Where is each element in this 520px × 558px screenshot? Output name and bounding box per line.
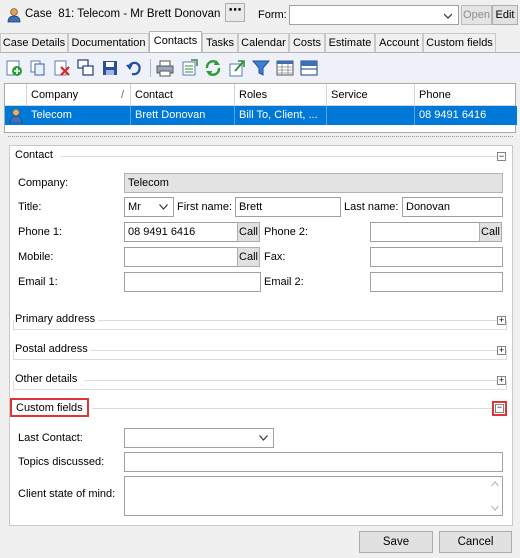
state-of-mind-label: Client state of mind: bbox=[18, 488, 116, 500]
grid-header-contact[interactable]: Contact bbox=[131, 84, 235, 106]
tab-calendar[interactable]: Calendar bbox=[238, 33, 289, 53]
collapse-highlight: − bbox=[492, 401, 507, 416]
section-frame bbox=[13, 350, 507, 360]
save-icon[interactable] bbox=[101, 59, 119, 77]
company-field: Telecom bbox=[124, 173, 503, 193]
topics-label: Topics discussed: bbox=[18, 456, 105, 468]
scroll-up-icon[interactable] bbox=[491, 481, 499, 487]
tab-account[interactable]: Account bbox=[375, 33, 423, 53]
expand-icon[interactable]: + bbox=[497, 316, 506, 325]
chevron-down-icon bbox=[444, 13, 452, 19]
more-options-button[interactable]: ⋯ bbox=[225, 3, 245, 22]
company-label: Company: bbox=[18, 177, 69, 189]
topics-field[interactable] bbox=[124, 452, 503, 472]
grid-header-roles[interactable]: Roles bbox=[235, 84, 327, 106]
fax-field[interactable] bbox=[370, 247, 503, 267]
email1-label: Email 1: bbox=[18, 276, 58, 288]
tab-case-details[interactable]: Case Details bbox=[0, 33, 68, 53]
fax-label: Fax: bbox=[264, 251, 286, 263]
grid-header-company[interactable]: Company / bbox=[27, 84, 131, 106]
phone1-field[interactable]: 08 9491 6416 bbox=[124, 222, 238, 242]
cell-phone: 08 9491 6416 bbox=[419, 109, 487, 121]
tab-estimate[interactable]: Estimate bbox=[325, 33, 375, 53]
contact-detail-panel: Contact − Company: Telecom Title: Mr Fir… bbox=[9, 145, 513, 526]
phone2-call-button[interactable]: Call bbox=[479, 222, 502, 242]
grid-header-service[interactable]: Service bbox=[327, 84, 415, 106]
tab-contacts[interactable]: Contacts bbox=[149, 31, 202, 53]
contacts-grid: Company / Contact Roles Service Phone Te… bbox=[4, 83, 517, 133]
collapse-icon[interactable]: − bbox=[495, 403, 504, 413]
filter-icon[interactable] bbox=[251, 59, 271, 77]
phone1-label: Phone 1: bbox=[18, 226, 63, 238]
mobile-field[interactable] bbox=[124, 247, 238, 267]
delete-icon[interactable] bbox=[53, 59, 71, 77]
mobile-call-button[interactable]: Call bbox=[237, 247, 260, 267]
title-select[interactable]: Mr bbox=[124, 197, 174, 217]
custom-fields-title[interactable]: Custom fields bbox=[10, 398, 89, 417]
last-contact-label: Last Contact: bbox=[18, 432, 83, 444]
section-frame bbox=[13, 380, 507, 390]
contact-person-icon bbox=[9, 108, 23, 124]
save-button[interactable]: Save bbox=[359, 531, 433, 553]
edit-button[interactable]: Edit bbox=[492, 5, 518, 25]
case-title: Case 81: Telecom - Mr Brett Donovan bbox=[25, 8, 221, 20]
toolbar bbox=[0, 53, 520, 81]
contact-section-title: Contact bbox=[15, 149, 53, 161]
expand-icon[interactable]: + bbox=[497, 376, 506, 385]
form-label: Form: bbox=[258, 9, 287, 21]
chevron-down-icon bbox=[259, 435, 268, 441]
print-icon[interactable] bbox=[156, 59, 174, 77]
add-contact-icon[interactable] bbox=[5, 59, 23, 77]
title-bar: Case 81: Telecom - Mr Brett Donovan ⋯ Fo… bbox=[0, 0, 520, 31]
chevron-down-icon bbox=[159, 204, 168, 210]
state-of-mind-textarea[interactable] bbox=[124, 476, 503, 516]
last-name-label: Last name: bbox=[344, 201, 399, 213]
cell-contact: Brett Donovan bbox=[131, 106, 235, 125]
grid-header-indicator bbox=[5, 84, 27, 106]
split-view-icon[interactable] bbox=[300, 59, 318, 77]
scroll-down-icon[interactable] bbox=[491, 505, 499, 511]
first-name-label: First name: bbox=[177, 201, 233, 213]
tab-bar: Case Details Documentation Contacts Task… bbox=[0, 31, 520, 53]
phone2-label: Phone 2: bbox=[264, 226, 309, 238]
toolbar-separator bbox=[150, 59, 151, 77]
phone2-field[interactable] bbox=[370, 222, 480, 242]
section-frame bbox=[13, 320, 507, 330]
first-name-field[interactable]: Brett bbox=[235, 197, 341, 217]
import-icon[interactable] bbox=[228, 59, 246, 77]
section-divider bbox=[92, 408, 492, 409]
copy-icon[interactable] bbox=[29, 59, 47, 77]
cell-roles: Bill To, Client, ... bbox=[235, 106, 327, 125]
email2-label: Email 2: bbox=[264, 276, 304, 288]
phone1-call-button[interactable]: Call bbox=[237, 222, 260, 242]
title-label: Title: bbox=[18, 201, 42, 213]
tab-custom-fields[interactable]: Custom fields bbox=[423, 33, 496, 53]
undo-icon[interactable] bbox=[125, 59, 143, 77]
email2-field[interactable] bbox=[370, 272, 503, 292]
last-contact-select[interactable] bbox=[124, 428, 274, 448]
duplicate-icon[interactable] bbox=[77, 59, 95, 77]
export-icon[interactable] bbox=[180, 59, 198, 77]
form-select[interactable] bbox=[289, 5, 459, 25]
sort-indicator-icon: / bbox=[120, 89, 124, 101]
cancel-button[interactable]: Cancel bbox=[439, 531, 512, 553]
expand-icon[interactable]: + bbox=[497, 346, 506, 355]
section-divider bbox=[60, 156, 498, 157]
briefcase-icon bbox=[6, 7, 22, 23]
grid-header-phone[interactable]: Phone bbox=[415, 84, 515, 106]
tab-documentation[interactable]: Documentation bbox=[68, 33, 149, 53]
open-button[interactable]: Open bbox=[461, 5, 492, 25]
last-name-field[interactable]: Donovan bbox=[402, 197, 503, 217]
tab-costs[interactable]: Costs bbox=[289, 33, 325, 53]
grid-view-icon[interactable] bbox=[276, 59, 294, 77]
cell-company: Telecom bbox=[27, 106, 131, 125]
splitter[interactable] bbox=[8, 136, 513, 137]
refresh-icon[interactable] bbox=[204, 59, 222, 77]
tab-tasks[interactable]: Tasks bbox=[202, 33, 238, 53]
email1-field[interactable] bbox=[124, 272, 261, 292]
collapse-icon[interactable]: − bbox=[497, 152, 506, 161]
cell-service bbox=[327, 106, 415, 125]
mobile-label: Mobile: bbox=[18, 251, 54, 263]
